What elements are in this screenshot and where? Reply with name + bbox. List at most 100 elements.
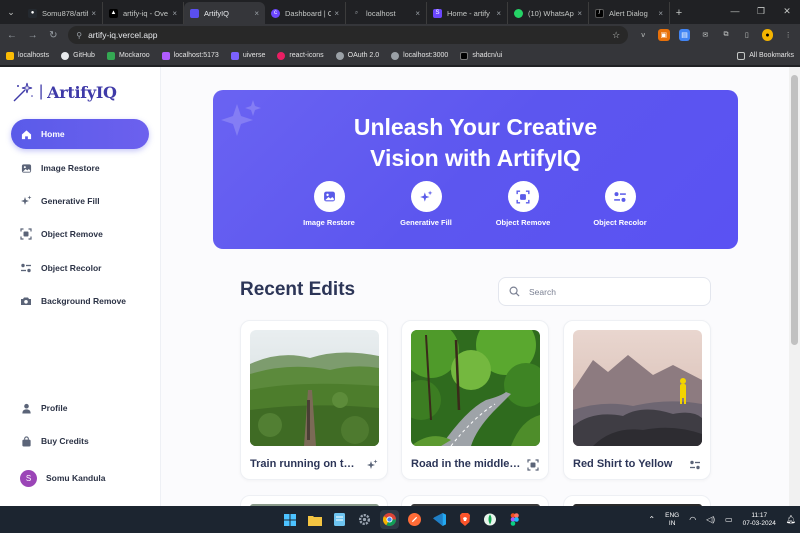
bookmarks-bar: localhosts GitHub Mockaroo localhost:517… [0,46,800,66]
bookmark-item[interactable]: shadcn/ui [460,51,502,60]
app-logo[interactable]: | ArtifyIQ [11,81,117,103]
notifications-bell-icon[interactable]: 🔔︎ [786,515,796,524]
close-icon[interactable]: × [415,9,420,18]
recent-edit-card[interactable]: Road in the middle of forest [401,320,549,480]
hero-tool-object-remove[interactable]: Object Remove [483,181,563,227]
close-icon[interactable]: × [658,9,663,18]
notepad-icon[interactable] [330,510,349,529]
bag-icon [20,435,32,447]
bookmark-item[interactable]: localhost:5173 [161,51,219,60]
tab-search-icon[interactable]: ⌄ [0,0,22,24]
browser-tab-github[interactable]: ● Somu878/artif × [22,2,103,24]
browser-tab-whatsapp[interactable]: (10) WhatsApp × [508,2,589,24]
volume-icon[interactable]: ◁) [706,515,715,524]
close-icon[interactable]: × [91,9,96,18]
recent-edit-card-partial[interactable] [563,495,711,506]
clock[interactable]: 11:17 07-03-2024 [743,512,776,528]
bookmark-item[interactable]: GitHub [61,51,95,60]
scan-icon [20,228,32,240]
search-box[interactable] [498,277,711,306]
recent-edit-card[interactable]: Red Shirt to Yellow [563,320,711,480]
scan-icon [516,189,530,204]
wifi-icon[interactable]: ◠ [689,515,696,524]
file-explorer-icon[interactable] [305,510,324,529]
new-tab-button[interactable]: + [670,2,688,24]
recent-edits-title: Recent Edits [240,279,356,300]
close-icon[interactable]: × [334,9,339,18]
recent-edit-card-partial[interactable] [401,495,549,506]
bookmark-star-icon[interactable]: ☆ [612,30,620,41]
scrollbar-thumb[interactable] [791,75,798,345]
recent-edit-caption: Train running on the track [250,458,360,470]
bookmark-item[interactable]: OAuth 2.0 [335,51,379,60]
side-panel-icon[interactable]: ▯ [741,29,753,41]
postman-icon[interactable] [405,510,424,529]
extensions-puzzle-icon[interactable]: ⧉ [720,29,732,41]
hero-tool-generative-fill[interactable]: Generative Fill [386,181,466,227]
tool-label: Object Remove [495,218,551,227]
browser-tab-alert-dialog[interactable]: / Alert Dialog × [589,2,670,24]
browser-tab-home[interactable]: S Home - artify × [427,2,508,24]
reload-icon[interactable]: ↻ [47,30,59,41]
windows-start-icon[interactable] [280,510,299,529]
sidebar-item-home[interactable]: Home [11,119,149,149]
sidebar-item-generative-fill[interactable]: Generative Fill [11,186,149,216]
sidebar-item-background-remove[interactable]: Background Remove [11,286,149,316]
user-profile[interactable]: S Somu Kandula [11,463,149,493]
recent-edit-card-partial[interactable] [240,495,388,506]
sidebar-item-object-recolor[interactable]: Object Recolor [11,253,149,283]
browser-tab-artifyiq[interactable]: ArtifyIQ × [184,2,265,24]
site-info-icon[interactable]: ⚲ [76,31,82,40]
sidebar-item-image-restore[interactable]: Image Restore [11,153,149,183]
close-icon[interactable]: × [577,9,582,18]
page-scrollbar[interactable] [789,67,800,506]
mongodb-compass-icon[interactable] [480,510,499,529]
recent-edit-card[interactable]: Train running on the track [240,320,388,480]
bookmark-item[interactable]: Mockaroo [106,51,150,60]
settings-gear-icon[interactable] [355,510,374,529]
extension-icon[interactable]: ✉ [699,29,711,41]
sidebar-item-label: Home [41,129,65,139]
forward-icon[interactable]: → [27,30,39,41]
menu-kebab-icon[interactable]: ⋮ [782,29,794,41]
close-icon[interactable]: × [172,9,177,18]
bookmark-item[interactable]: react-icons [277,51,324,60]
bookmark-item[interactable]: localhosts [6,51,49,60]
extension-icon[interactable]: ▤ [678,29,691,41]
hero-banner: Unleash Your Creative Vision with Artify… [213,90,738,249]
search-input[interactable] [529,286,689,297]
bookmark-item[interactable]: localhost:3000 [391,51,448,60]
browser-tab-vercel[interactable]: ▲ artify-iq - Ove × [103,2,184,24]
recent-edit-caption: Road in the middle of forest [411,458,521,470]
recent-edit-image [411,330,540,446]
vscode-icon[interactable] [430,510,449,529]
battery-icon[interactable]: ▭ [725,515,733,524]
language-indicator[interactable]: ENG IN [665,512,679,528]
brave-icon[interactable] [455,510,474,529]
figma-icon[interactable] [505,510,524,529]
chrome-icon[interactable] [380,510,399,529]
browser-tab-localhost[interactable]: ⌕ localhost × [346,2,427,24]
back-icon[interactable]: ← [6,30,18,41]
close-icon[interactable]: × [496,9,501,18]
hero-tool-image-restore[interactable]: Image Restore [289,181,369,227]
maximize-icon[interactable]: ❐ [748,0,774,22]
whatsapp-icon [514,8,523,18]
extension-icon[interactable]: ν [637,29,649,41]
extension-icon[interactable]: ▣ [657,29,670,41]
minimize-icon[interactable]: — [722,0,748,22]
close-icon[interactable]: × [254,9,259,18]
browser-toolbar: ← → ↻ ⚲ artify-iq.vercel.app ☆ ν ▣ ▤ ✉ ⧉… [0,24,800,46]
browser-tab-dashboard[interactable]: c Dashboard | C × [265,2,346,24]
bookmark-item[interactable]: uiverse [230,51,265,60]
all-bookmarks[interactable]: All Bookmarks [737,51,794,60]
profile-avatar-icon[interactable]: ● [761,29,774,41]
hero-tool-object-recolor[interactable]: Object Recolor [580,181,660,227]
sidebar-item-buy-credits[interactable]: Buy Credits [11,426,149,456]
chevron-up-icon[interactable]: ⌃ [648,515,655,524]
address-bar[interactable]: ⚲ artify-iq.vercel.app ☆ [68,26,629,44]
app-name: ArtifyIQ [47,82,117,102]
sidebar-item-profile[interactable]: Profile [11,393,149,423]
sidebar-item-object-remove[interactable]: Object Remove [11,219,149,249]
close-window-icon[interactable]: ✕ [774,0,800,22]
